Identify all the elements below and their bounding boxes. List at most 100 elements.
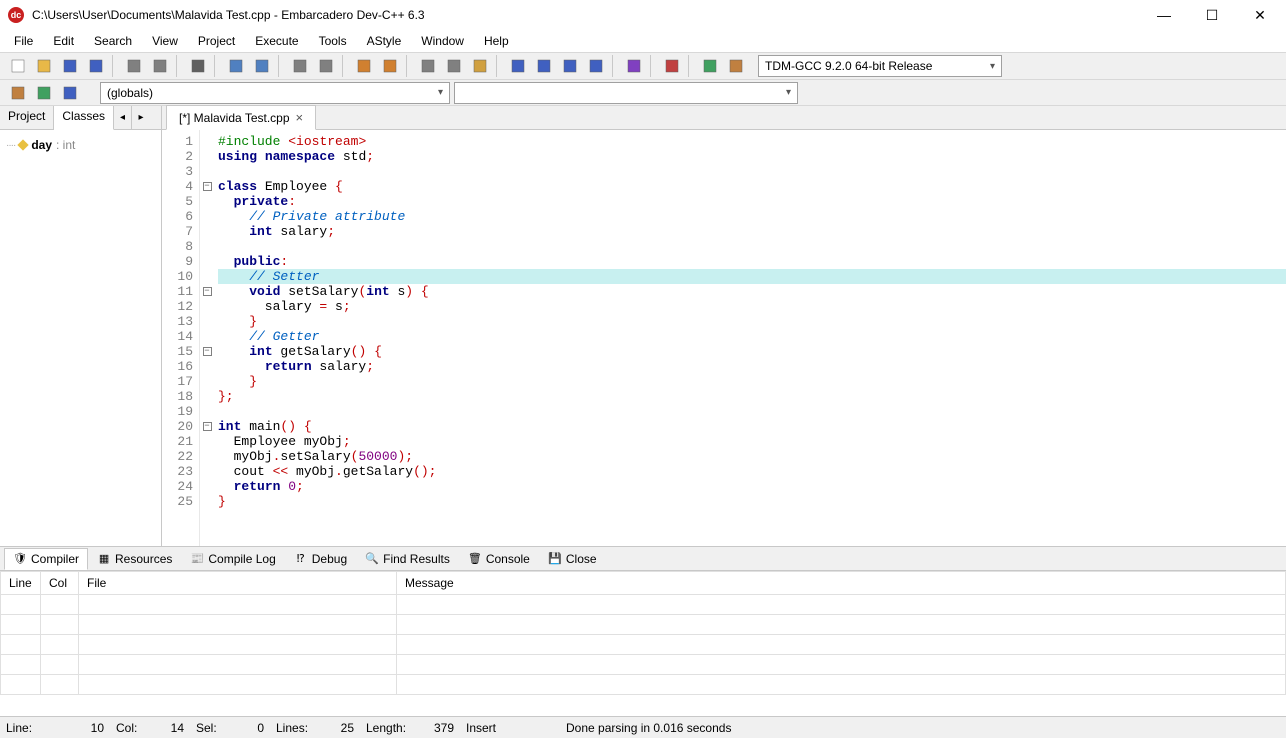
menu-edit[interactable]: Edit bbox=[45, 32, 82, 50]
code-line[interactable]: myObj.setSalary(50000); bbox=[218, 449, 1286, 464]
tree-item[interactable]: ···· day : int bbox=[4, 136, 157, 154]
compile-button[interactable] bbox=[416, 55, 440, 77]
code-line[interactable]: class Employee { bbox=[218, 179, 1286, 194]
menu-file[interactable]: File bbox=[6, 32, 41, 50]
menu-window[interactable]: Window bbox=[413, 32, 472, 50]
column-message[interactable]: Message bbox=[397, 572, 1286, 595]
fold-toggle[interactable]: − bbox=[200, 284, 214, 299]
table-row[interactable] bbox=[1, 615, 1286, 635]
print-button[interactable] bbox=[186, 55, 210, 77]
close-button[interactable]: ✕ bbox=[1246, 5, 1274, 25]
sidebar-tab-classes[interactable]: Classes bbox=[54, 106, 114, 130]
code-line[interactable]: } bbox=[218, 494, 1286, 509]
table-row[interactable] bbox=[1, 655, 1286, 675]
column-file[interactable]: File bbox=[79, 572, 397, 595]
code-line[interactable]: } bbox=[218, 314, 1286, 329]
status-col-label: Col: bbox=[116, 721, 137, 735]
class-browser[interactable]: ···· day : int bbox=[0, 130, 161, 546]
code-line[interactable]: int salary; bbox=[218, 224, 1286, 239]
sidebar-tab-project[interactable]: Project bbox=[0, 106, 54, 129]
code-line[interactable]: void setSalary(int s) { bbox=[218, 284, 1286, 299]
output-tab-compile-log[interactable]: 📰Compile Log bbox=[181, 548, 284, 570]
scope-combo[interactable]: (globals) ▾ bbox=[100, 82, 450, 104]
code-line[interactable]: #include <iostream> bbox=[218, 134, 1286, 149]
grid2-button[interactable] bbox=[532, 55, 556, 77]
run-button[interactable] bbox=[442, 55, 466, 77]
redo-button[interactable] bbox=[378, 55, 402, 77]
menu-view[interactable]: View bbox=[144, 32, 186, 50]
cancel-button[interactable] bbox=[660, 55, 684, 77]
bookmarks-button[interactable] bbox=[314, 55, 338, 77]
grid1-button[interactable] bbox=[506, 55, 530, 77]
maximize-button[interactable]: ☐ bbox=[1198, 5, 1226, 25]
code-line[interactable]: return 0; bbox=[218, 479, 1286, 494]
grid4-button[interactable] bbox=[584, 55, 608, 77]
code-line[interactable]: // Getter bbox=[218, 329, 1286, 344]
cut-button[interactable] bbox=[122, 55, 146, 77]
menu-execute[interactable]: Execute bbox=[247, 32, 306, 50]
table-row[interactable] bbox=[1, 635, 1286, 655]
code-line[interactable]: }; bbox=[218, 389, 1286, 404]
find-button[interactable] bbox=[224, 55, 248, 77]
code-line[interactable]: public: bbox=[218, 254, 1286, 269]
sidebar-nav-next[interactable]: ▸ bbox=[132, 106, 150, 129]
code-line[interactable]: // Private attribute bbox=[218, 209, 1286, 224]
output-tab-find-results[interactable]: 🔍Find Results bbox=[356, 548, 459, 570]
goto-decl-button[interactable] bbox=[32, 82, 56, 104]
code-line[interactable]: using namespace std; bbox=[218, 149, 1286, 164]
column-line[interactable]: Line bbox=[1, 572, 41, 595]
output-tab-debug[interactable]: ⁉Debug bbox=[285, 548, 356, 570]
code-editor[interactable]: 1234567891011121314151617181920212223242… bbox=[162, 130, 1286, 546]
close-icon[interactable]: × bbox=[296, 110, 304, 125]
undo-button[interactable] bbox=[352, 55, 376, 77]
minimize-button[interactable]: — bbox=[1150, 5, 1178, 25]
code-body[interactable]: #include <iostream>using namespace std; … bbox=[214, 130, 1286, 546]
code-line[interactable]: int getSalary() { bbox=[218, 344, 1286, 359]
copy-button[interactable] bbox=[148, 55, 172, 77]
code-line[interactable]: salary = s; bbox=[218, 299, 1286, 314]
code-line[interactable]: cout << myObj.getSalary(); bbox=[218, 464, 1286, 479]
code-line[interactable] bbox=[218, 239, 1286, 254]
compiler-combo[interactable]: TDM-GCC 9.2.0 64-bit Release▾ bbox=[758, 55, 1002, 77]
new-button[interactable] bbox=[6, 55, 30, 77]
code-line[interactable]: int main() { bbox=[218, 419, 1286, 434]
toggle-panel-button[interactable] bbox=[58, 82, 82, 104]
file-tab[interactable]: [*] Malavida Test.cpp × bbox=[166, 105, 316, 130]
code-line[interactable]: // Setter bbox=[218, 269, 1286, 284]
sidebar-nav-prev[interactable]: ◂ bbox=[114, 106, 132, 129]
save-button[interactable] bbox=[58, 55, 82, 77]
code-line[interactable]: return salary; bbox=[218, 359, 1286, 374]
code-line[interactable]: Employee myObj; bbox=[218, 434, 1286, 449]
fold-toggle[interactable]: − bbox=[200, 344, 214, 359]
saveall-button[interactable] bbox=[84, 55, 108, 77]
code-line[interactable]: } bbox=[218, 374, 1286, 389]
grid3-button[interactable] bbox=[558, 55, 582, 77]
menu-astyle[interactable]: AStyle bbox=[359, 32, 410, 50]
bookmark-button[interactable] bbox=[288, 55, 312, 77]
compiler-grid[interactable]: LineColFileMessage bbox=[0, 571, 1286, 716]
chart-button[interactable] bbox=[698, 55, 722, 77]
menu-project[interactable]: Project bbox=[190, 32, 243, 50]
insert-button[interactable] bbox=[724, 55, 748, 77]
menu-help[interactable]: Help bbox=[476, 32, 517, 50]
output-tab-close[interactable]: 💾Close bbox=[539, 548, 606, 570]
fold-toggle[interactable]: − bbox=[200, 419, 214, 434]
menu-search[interactable]: Search bbox=[86, 32, 140, 50]
goto-def-button[interactable] bbox=[6, 82, 30, 104]
stop-button[interactable] bbox=[468, 55, 492, 77]
members-combo[interactable]: ▾ bbox=[454, 82, 798, 104]
open-button[interactable] bbox=[32, 55, 56, 77]
code-line[interactable] bbox=[218, 404, 1286, 419]
check-button[interactable] bbox=[622, 55, 646, 77]
code-line[interactable]: private: bbox=[218, 194, 1286, 209]
output-tab-console[interactable]: 🗑Console bbox=[459, 548, 539, 570]
menu-tools[interactable]: Tools bbox=[311, 32, 355, 50]
table-row[interactable] bbox=[1, 675, 1286, 695]
output-tab-compiler[interactable]: 🛡Compiler bbox=[4, 548, 88, 570]
column-col[interactable]: Col bbox=[41, 572, 79, 595]
replace-button[interactable] bbox=[250, 55, 274, 77]
output-tab-resources[interactable]: ▦Resources bbox=[88, 548, 181, 570]
fold-toggle[interactable]: − bbox=[200, 179, 214, 194]
code-line[interactable] bbox=[218, 164, 1286, 179]
table-row[interactable] bbox=[1, 595, 1286, 615]
